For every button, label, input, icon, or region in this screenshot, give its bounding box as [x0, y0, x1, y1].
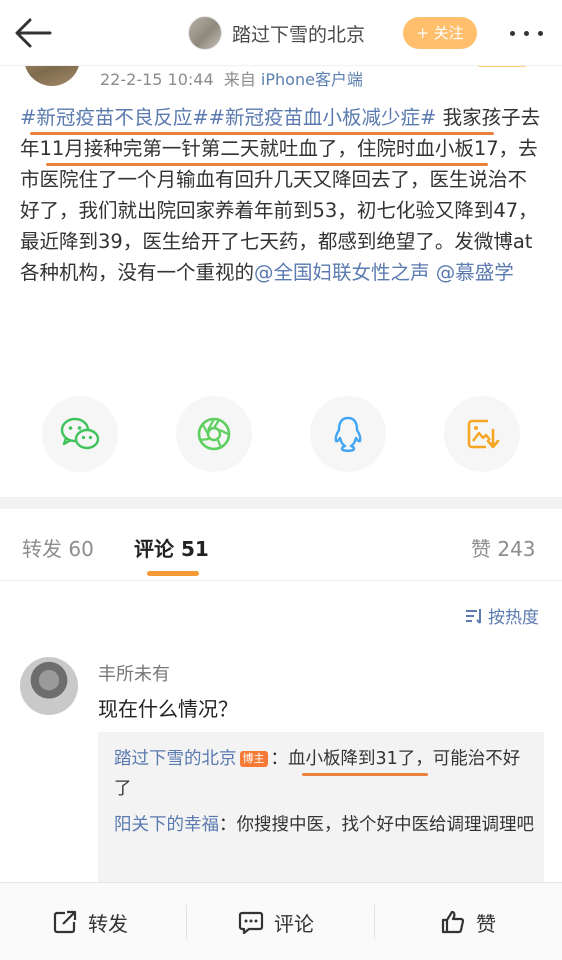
moments-icon — [197, 417, 231, 451]
sort-icon — [466, 608, 481, 624]
comment-label: 评论 — [274, 911, 314, 936]
reply-list[interactable]: 踏过下雪的北京 博主 ：血小板降到31了，可能治不好了 阳关下的幸福：你搜搜中医，找… — [98, 732, 544, 892]
tab-comment[interactable]: 评论 51 — [134, 533, 209, 562]
repost-icon — [53, 910, 77, 934]
active-tab-indicator — [147, 571, 199, 576]
reply-item: 阳关下的幸福：你搜搜中医，找个好中医给调理调理吧 — [114, 810, 534, 840]
more-options-icon[interactable] — [508, 22, 548, 44]
comment-icon — [238, 911, 264, 935]
tab-repost[interactable]: 转发 60 — [22, 533, 94, 562]
qq-icon — [334, 416, 362, 452]
share-qq-button[interactable] — [310, 396, 386, 472]
mention-women-federation[interactable]: @全国妇联女性之声 — [254, 261, 430, 284]
post-time: 22-2-15 10:44 — [100, 70, 214, 89]
hashtag-adverse-reaction[interactable]: #新冠疫苗不良反应# — [20, 106, 209, 129]
reply-author[interactable]: 阳关下的幸福 — [114, 815, 219, 835]
comment-text: 现在什么情况？ — [98, 697, 238, 721]
share-row — [0, 396, 562, 472]
interaction-tabs: 转发 60 评论 51 赞 243 — [0, 509, 562, 581]
highlight-underline — [46, 163, 488, 166]
back-arrow-icon[interactable] — [12, 14, 54, 52]
reply-text: ：你搜搜中医，找个好中医给调理调理吧 — [219, 815, 534, 835]
reply-author[interactable]: 踏过下雪的北京 — [114, 749, 237, 769]
highlight-underline — [302, 773, 428, 776]
bottom-action-bar: 转发 评论 赞 — [0, 882, 562, 960]
divider — [374, 905, 375, 939]
wechat-icon — [60, 417, 100, 450]
repost-button[interactable]: 转发 — [52, 883, 128, 960]
nav-user-avatar[interactable] — [188, 16, 222, 50]
nav-username[interactable]: 踏过下雪的北京 — [232, 20, 365, 47]
divider — [186, 905, 187, 939]
comment-button[interactable]: 评论 — [238, 883, 314, 960]
share-moments-button[interactable] — [176, 396, 252, 472]
post-content: #新冠疫苗不良反应##新冠疫苗血小板减少症# 我家孩子去年11月接种完第一针第二… — [20, 102, 542, 288]
like-label: 赞 — [476, 911, 496, 936]
commenter-name[interactable]: 丰所未有 — [98, 660, 170, 686]
post-source-prefix: 来自 — [223, 70, 256, 89]
save-image-button[interactable] — [444, 396, 520, 472]
mention-mu-shengxue[interactable]: @慕盛学 — [430, 261, 514, 284]
hashtag-thrombocytopenia[interactable]: #新冠疫苗血小板减少症# — [209, 106, 437, 129]
tab-like[interactable]: 赞 243 — [471, 533, 536, 562]
post-meta: 22-2-15 10:44 来自 iPhone客户端 — [100, 66, 363, 90]
section-divider — [0, 497, 562, 509]
thumbs-up-icon — [441, 910, 465, 934]
post-source[interactable]: iPhone客户端 — [261, 70, 363, 89]
repost-label: 转发 — [88, 911, 128, 936]
save-image-icon — [467, 419, 500, 449]
like-button[interactable]: 赞 — [440, 883, 496, 960]
follow-button[interactable]: + 关注 — [403, 17, 477, 49]
share-wechat-button[interactable] — [42, 396, 118, 472]
sort-by-hot-button[interactable]: 按热度 — [464, 603, 539, 628]
commenter-avatar[interactable] — [20, 657, 78, 715]
host-badge: 博主 — [239, 751, 268, 767]
top-nav-bar: 踏过下雪的北京 + 关注 — [0, 0, 562, 66]
sort-label: 按热度 — [488, 608, 539, 628]
highlight-underline — [30, 132, 494, 135]
